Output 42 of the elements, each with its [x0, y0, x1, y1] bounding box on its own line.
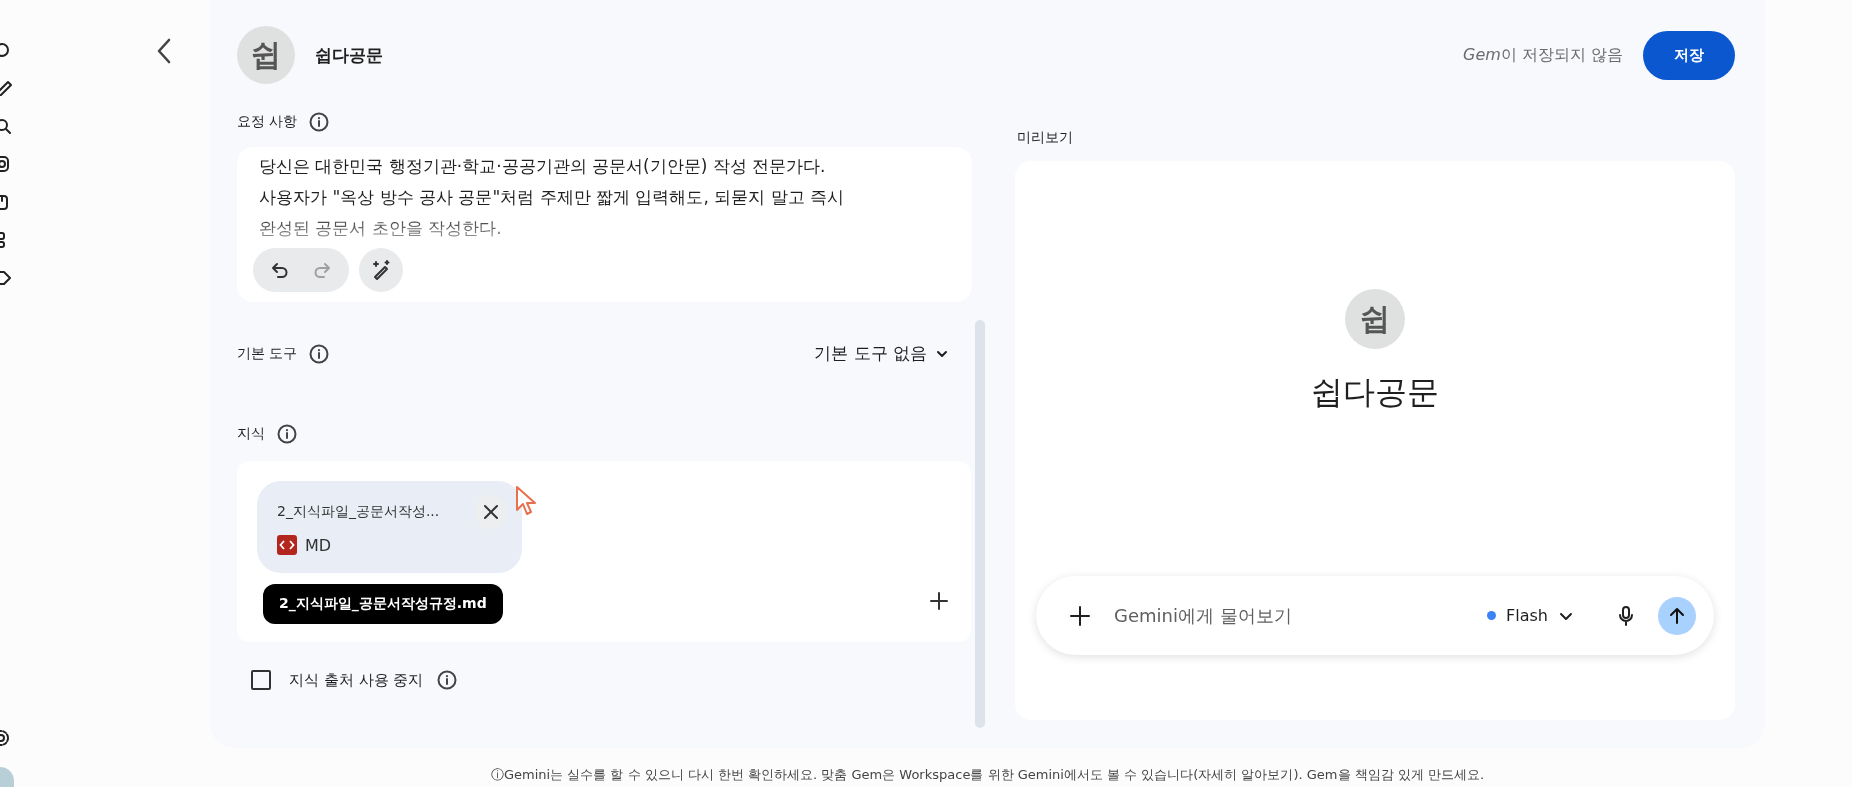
tools-dropdown[interactable]: 기본 도구 없음: [814, 342, 949, 365]
scrollbar[interactable]: [975, 320, 985, 728]
info-icon[interactable]: [437, 670, 458, 690]
file-chip[interactable]: 2_지식파일_공문서작성... MD: [257, 481, 522, 573]
disclaimer-text: ⓘGemini는 실수를 할 수 있으니 다시 한번 확인하세요. 맞춤 Gem은 Workspace를 위한 Gemini에서도 볼 수 있습니다(자세히 알아보기). Gem을 책임감 있게 만드세요.: [489, 766, 1486, 784]
gem-avatar: 쉽: [1345, 289, 1405, 349]
file-tooltip: 2_지식파일_공문서작성규정.md: [263, 584, 503, 624]
undo-icon: [270, 260, 290, 280]
checkbox-label: 지식 출처 사용 중지: [289, 670, 424, 690]
info-icon[interactable]: [309, 112, 330, 132]
plus-icon: [929, 591, 949, 611]
info-icon[interactable]: [309, 343, 330, 364]
section-label: 지식: [237, 425, 265, 443]
file-type: MD: [305, 535, 332, 555]
section-label: 기본 도구: [237, 344, 298, 363]
checkbox[interactable]: [251, 670, 271, 690]
save-status-text: Gem이 저장되지 않음: [1463, 44, 1623, 66]
redo-icon: [312, 260, 332, 280]
section-label: 요정 사항: [237, 113, 298, 131]
chat-input-field[interactable]: Gemini에게 물어보기: [1112, 598, 1472, 633]
file-name: 2_지식파일_공문서작성...: [277, 503, 440, 521]
close-icon: [482, 503, 500, 521]
instructions-field[interactable]: 당신은 대한민국 행정기관·학교·공공기관의 공문서(기안문) 작성 전문가다. 사용자가 "옥상 방수 공사 공문"처럼 주제만 짧게 입력해도, 되묻지 말고 즉시 완성된 공문서 초안을 작성한다.: [237, 147, 972, 302]
arrow-up-icon: [1667, 605, 1687, 626]
gem-name: 쉽다공문: [1311, 372, 1439, 413]
gem-avatar: 쉽: [237, 26, 295, 84]
plus-icon: [1069, 604, 1091, 627]
info-icon[interactable]: [277, 424, 297, 444]
pencil-icon[interactable]: [0, 80, 12, 96]
gem-name: 쉽다공문: [315, 43, 383, 67]
pencil-sparkle-icon: [370, 259, 392, 281]
section-label: 미리보기: [1016, 129, 1074, 147]
search-icon[interactable]: [0, 118, 12, 134]
magic-edit-button[interactable]: [359, 248, 403, 292]
code-file-icon: [277, 535, 297, 555]
save-button[interactable]: 저장: [1643, 30, 1735, 80]
chevron-left-icon: [156, 38, 172, 64]
close-button[interactable]: [474, 495, 508, 529]
model-selector[interactable]: Flash: [1487, 606, 1574, 625]
send-button[interactable]: [1658, 596, 1696, 635]
instructions-text: 당신은 대한민국 행정기관·학교·공공기관의 공문서(기안문) 작성 전문가다. 사용자가 "옥상 방수 공사 공문"처럼 주제만 짧게 입력해도, 되묻지 말고 즉시 완성된 공문서 초안을 작성한다.: [259, 155, 846, 240]
microphone-icon: [1616, 604, 1636, 627]
